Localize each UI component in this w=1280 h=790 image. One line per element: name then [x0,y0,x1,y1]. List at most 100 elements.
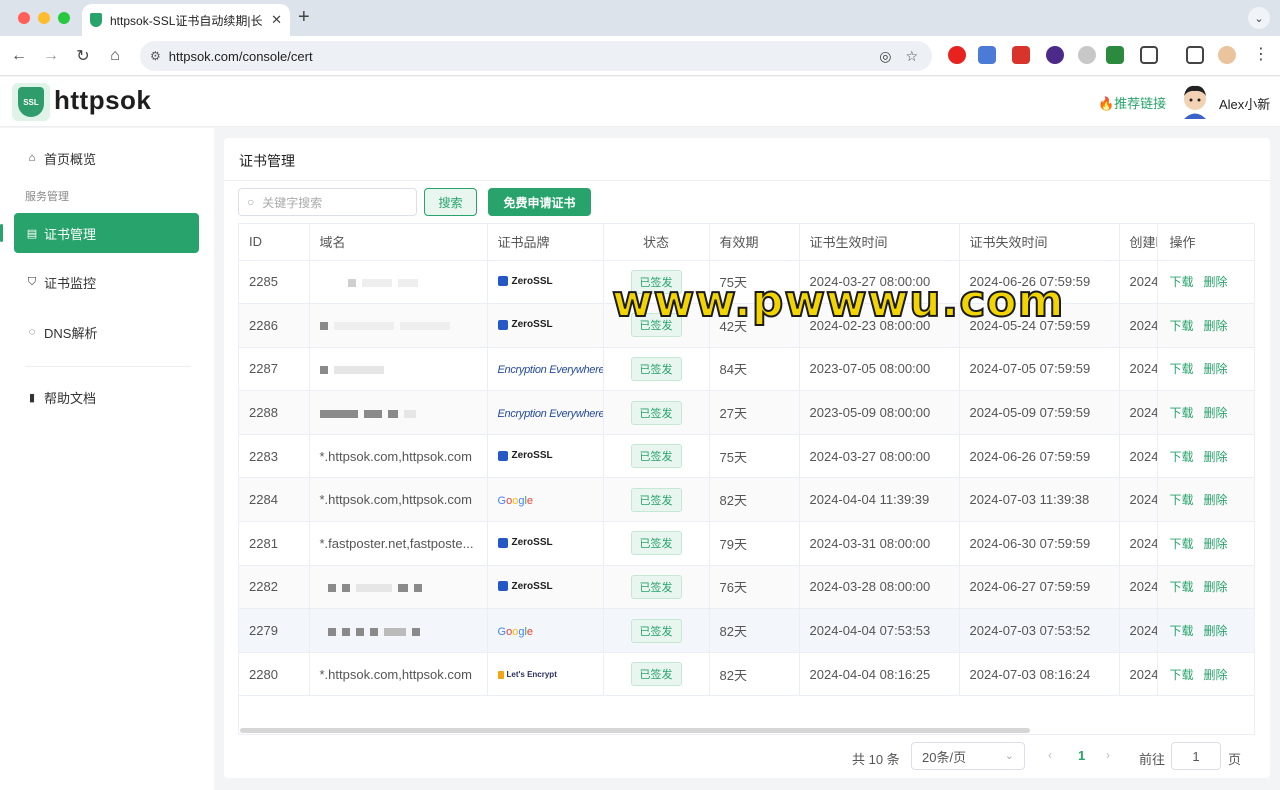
letsencrypt-lock-icon [497,670,504,679]
sidebar-item-label: 证书管理 [44,226,97,242]
zerossl-logo-icon [497,450,508,461]
cell-validity: 27天 [709,390,800,435]
grey-extension-icon[interactable] [1078,46,1096,64]
download-link[interactable]: 下载 [1170,624,1194,638]
tab-search-chevron-icon[interactable]: ⌄ [1248,7,1270,29]
status-badge: 已签发 [630,444,682,469]
reload-icon[interactable]: ↻ [72,45,94,67]
pdf-extension-icon[interactable] [1012,46,1030,64]
cell-end: 2024-06-26 07:59:59 [959,434,1120,479]
download-link[interactable]: 下载 [1170,580,1194,594]
cell-id: 2279 [239,608,310,653]
translate-extension-icon[interactable] [978,46,996,64]
home-icon[interactable]: ⌂ [104,45,126,67]
cell-brand-zerossl: ZeroSSL [487,521,604,566]
cell-actions: 下载 删除 [1156,608,1254,653]
download-link[interactable]: 下载 [1170,668,1194,682]
delete-link[interactable]: 删除 [1204,406,1228,420]
download-link[interactable]: 下载 [1170,362,1194,376]
delete-link[interactable]: 删除 [1204,319,1228,333]
delete-link[interactable]: 删除 [1204,493,1228,507]
address-bar[interactable]: ⚙ httpsok.com/console/cert ◎ ☆ [140,41,932,71]
forward-arrow-icon[interactable]: → [40,45,62,67]
cell-status: 已签发 [603,565,710,610]
page-title: 证书管理 [239,153,295,169]
sidebar-item-dns[interactable]: ◌ DNS解析 [14,312,199,352]
user-avatar-icon[interactable] [1180,83,1210,119]
cell-brand-google: Google [487,608,604,653]
close-window-button[interactable] [18,12,30,24]
download-link[interactable]: 下载 [1170,537,1194,551]
delete-link[interactable]: 删除 [1204,362,1228,376]
new-tab-button[interactable]: + [298,6,310,29]
profile-avatar-icon[interactable] [1218,46,1236,64]
delete-link[interactable]: 删除 [1204,624,1228,638]
cell-status: 已签发 [603,521,710,566]
sidebar-item-overview[interactable]: ⌂ 首页概览 [14,138,199,178]
goto-page-input[interactable]: 1 [1171,742,1221,770]
google-logo: Google [497,626,534,639]
cell-id: 2285 [239,260,310,305]
pagination: 共 10 条 20条/页 ⌄ ‹ 1 › 前往 1 页 [224,742,1270,772]
recommend-link[interactable]: 🔥推荐链接 [1098,93,1166,112]
sidebar-item-help[interactable]: ▮ 帮助文档 [14,377,199,417]
address-url[interactable]: httpsok.com/console/cert [169,49,879,64]
cell-validity: 79天 [709,521,800,566]
cell-end: 2024-07-03 08:16:24 [959,652,1120,697]
delete-link[interactable]: 删除 [1204,580,1228,594]
sidepanel-icon[interactable] [1186,46,1204,64]
prev-page-icon[interactable]: ‹ [1048,748,1052,762]
cell-status: 已签发 [603,434,710,479]
cell-domain-redacted [309,390,488,435]
apply-cert-button[interactable]: 免费申请证书 [488,188,591,216]
back-arrow-icon[interactable]: ← [8,45,30,67]
download-link[interactable]: 下载 [1170,319,1194,333]
download-link[interactable]: 下载 [1170,493,1194,507]
cell-id: 2282 [239,565,310,610]
sidebar-item-cert-manage[interactable]: ▤ 证书管理 [14,213,199,253]
logo-icon[interactable]: SSL [12,83,50,121]
site-info-icon[interactable]: ⚙ [150,49,161,63]
eye-off-icon[interactable]: ◎ [879,48,891,65]
download-link[interactable]: 下载 [1170,450,1194,464]
search-button[interactable]: 搜索 [424,188,477,216]
download-link[interactable]: 下载 [1170,275,1194,289]
cell-start: 2023-05-09 08:00:00 [799,390,960,435]
minimize-window-button[interactable] [38,12,50,24]
horizontal-scrollbar[interactable] [240,728,1030,733]
purple-extension-icon[interactable] [1046,46,1064,64]
delete-link[interactable]: 删除 [1204,275,1228,289]
page-size-select[interactable]: 20条/页 ⌄ [911,742,1025,770]
browser-menu-icon[interactable]: ⋮ [1252,46,1270,64]
table-header-row: ID 域名 证书品牌 状态 有效期 证书生效时间 证书失效时间 创建时间 操作 [239,224,1254,261]
green-extension-icon[interactable] [1106,46,1124,64]
cell-actions: 下载 删除 [1156,303,1254,348]
certificate-icon: ▤ [26,227,38,240]
cell-validity: 84天 [709,347,800,392]
table-row: 2288 Encryption Everywhere™ 已签发 27天 2023… [239,390,1254,435]
page-number-current[interactable]: 1 [1078,748,1085,763]
download-link[interactable]: 下载 [1170,406,1194,420]
cell-domain-redacted [309,303,488,348]
opera-extension-icon[interactable] [948,46,966,64]
browser-tab[interactable]: httpsok-SSL证书自动续期|长效 ✕ [82,4,290,36]
status-badge: 已签发 [630,356,682,381]
username[interactable]: Alex小新 [1219,94,1270,113]
star-bookmark-icon[interactable]: ☆ [905,48,918,65]
sidebar-item-cert-monitor[interactable]: ⛉ 证书监控 [14,262,199,302]
cell-status: 已签发 [603,347,710,392]
next-page-icon[interactable]: › [1106,748,1110,762]
cell-actions: 下载 删除 [1156,390,1254,435]
delete-link[interactable]: 删除 [1204,450,1228,464]
delete-link[interactable]: 删除 [1204,668,1228,682]
cell-brand-zerossl: ZeroSSL [487,303,604,348]
cell-status: 已签发 [603,477,710,523]
tab-close-icon[interactable]: ✕ [271,12,282,28]
logo-text[interactable]: httpsok [54,85,151,116]
delete-link[interactable]: 删除 [1204,537,1228,551]
extensions-puzzle-icon[interactable] [1140,46,1158,64]
search-input[interactable]: ○ 关键字搜索 [238,188,417,216]
column-header: 创建时间 [1119,224,1158,261]
tab-title: httpsok-SSL证书自动续期|长效 [110,13,264,28]
maximize-window-button[interactable] [58,12,70,24]
